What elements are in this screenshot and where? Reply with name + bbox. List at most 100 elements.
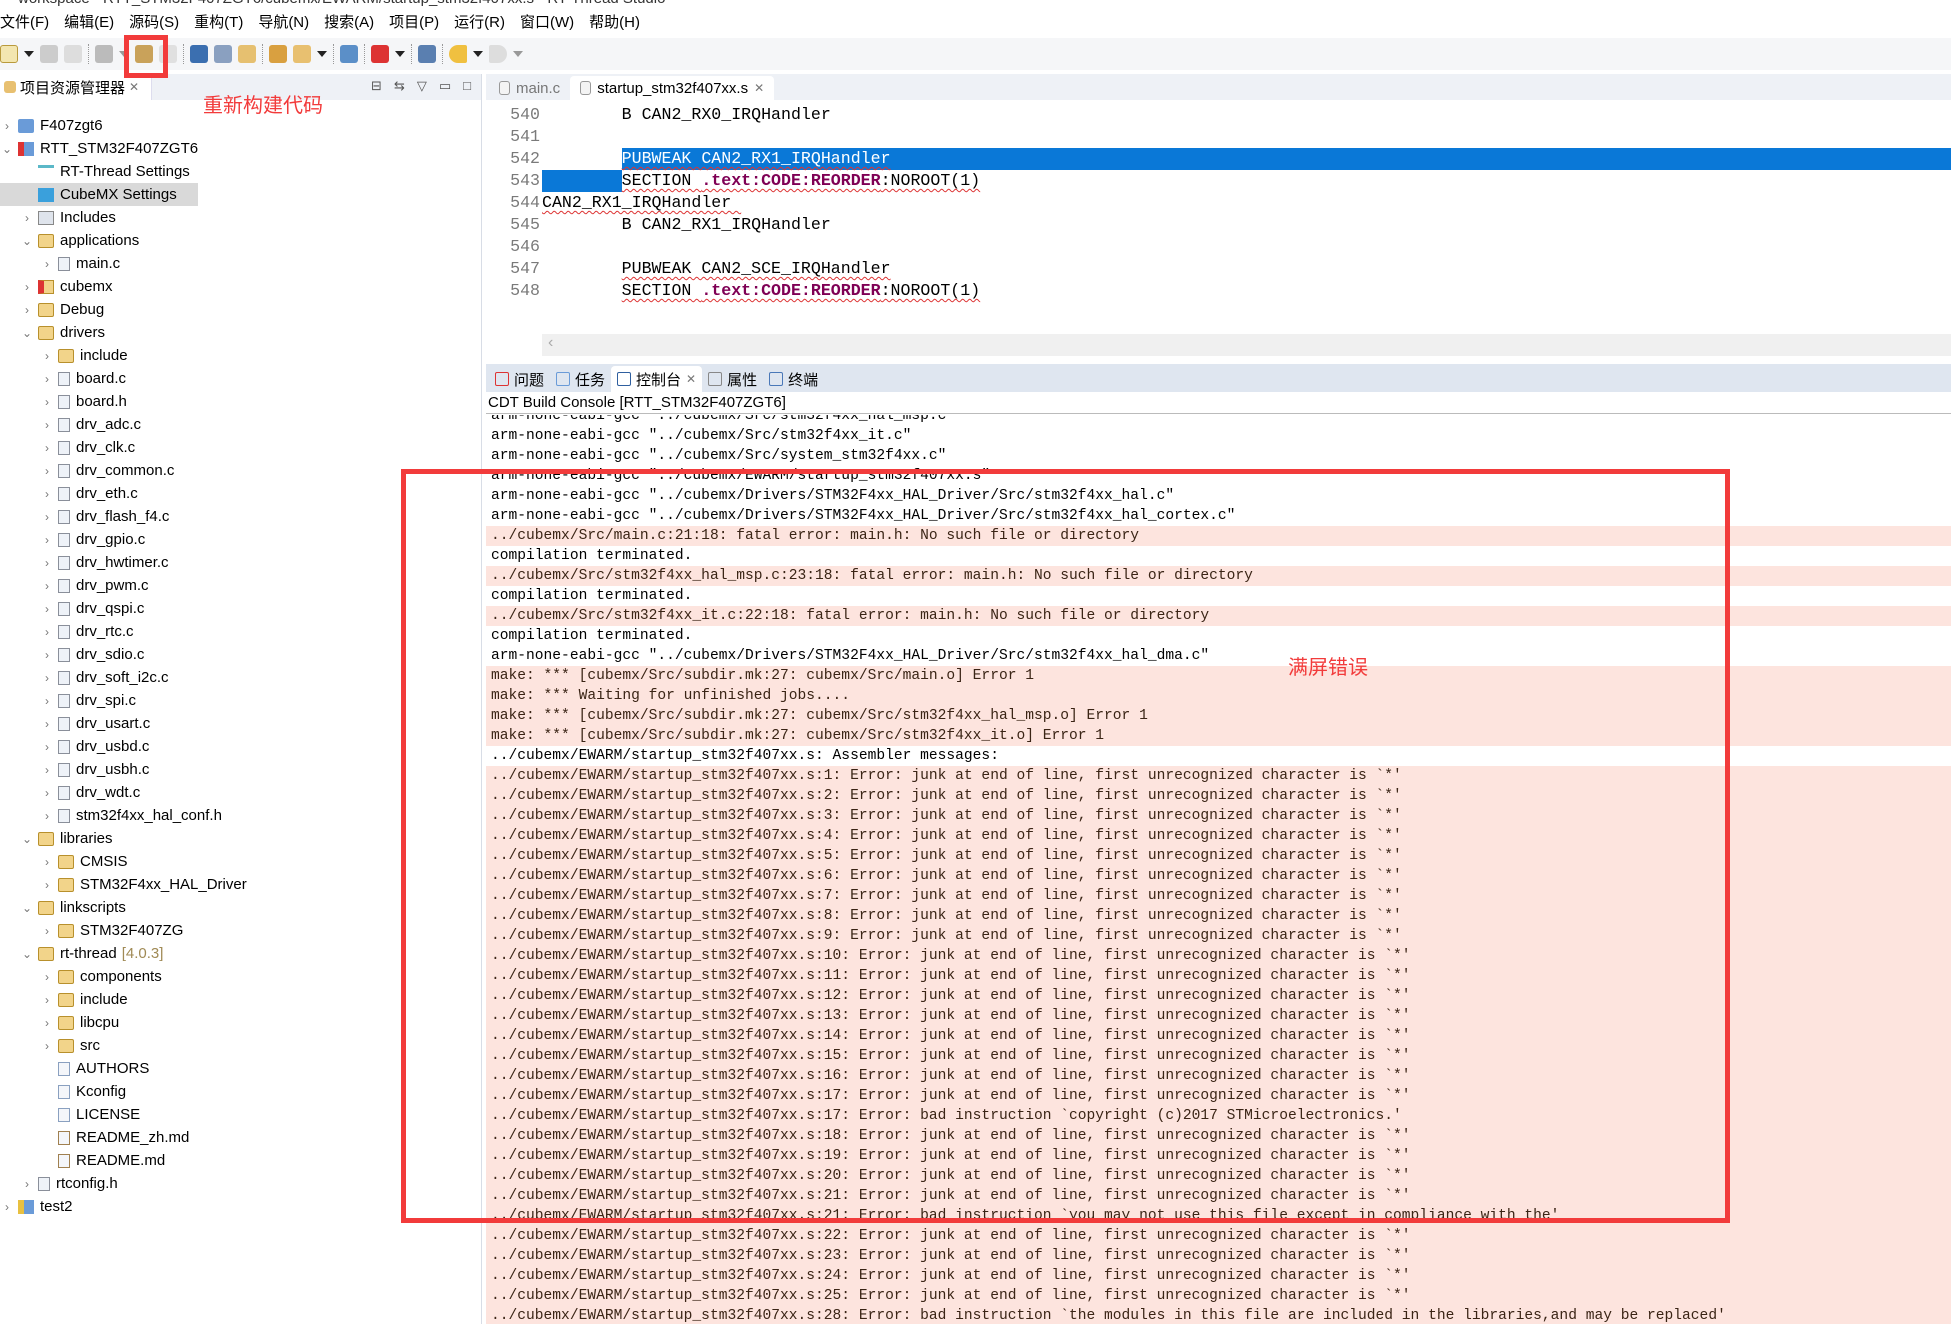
chevron-right-icon[interactable]: › (40, 1016, 54, 1030)
chevron-right-icon[interactable]: › (40, 786, 54, 800)
tab-console[interactable]: 控制台 ✕ (611, 366, 703, 392)
tree-item[interactable]: › include (0, 344, 481, 367)
menu-run[interactable]: 运行(R) (454, 11, 512, 35)
maximize-icon[interactable]: □ (463, 78, 471, 94)
chevron-right-icon[interactable]: › (40, 257, 54, 271)
package-icon[interactable] (340, 45, 358, 63)
menu-help[interactable]: 帮助(H) (589, 11, 647, 35)
tab-problems[interactable]: 问题 (489, 366, 550, 392)
chevron-right-icon[interactable]: › (40, 993, 54, 1007)
chevron-down-icon[interactable]: ⌄ (20, 832, 34, 846)
forward-dropdown[interactable] (513, 51, 523, 57)
chevron-right-icon[interactable]: › (40, 878, 54, 892)
chevron-right-icon[interactable]: › (20, 303, 34, 317)
save-all-icon[interactable] (64, 45, 82, 63)
new-icon[interactable] (0, 45, 18, 63)
chevron-right-icon[interactable]: › (40, 556, 54, 570)
menu-refactor[interactable]: 重构(T) (194, 11, 250, 35)
back-dropdown[interactable] (473, 51, 483, 57)
chevron-down-icon[interactable]: ⌄ (20, 901, 34, 915)
minimize-icon[interactable]: ▭ (439, 78, 451, 94)
chevron-right-icon[interactable]: › (40, 970, 54, 984)
chevron-right-icon[interactable]: › (40, 809, 54, 823)
chevron-right-icon[interactable]: › (20, 211, 34, 225)
chevron-right-icon[interactable]: › (40, 855, 54, 869)
tree-item[interactable]: › drv_adc.c (0, 413, 481, 436)
editor-tab[interactable]: startup_stm32f407xx.s ✕ (570, 76, 775, 100)
chevron-right-icon[interactable]: › (40, 694, 54, 708)
debug-icon[interactable] (238, 45, 256, 63)
chevron-right-icon[interactable]: › (40, 510, 54, 524)
chevron-right-icon[interactable]: › (0, 119, 14, 133)
close-icon[interactable]: ✕ (686, 372, 696, 386)
chevron-right-icon[interactable]: › (20, 280, 34, 294)
chevron-right-icon[interactable]: › (40, 533, 54, 547)
tree-item[interactable]: CubeMX Settings (0, 183, 198, 206)
chevron-right-icon[interactable]: › (40, 579, 54, 593)
build-icon[interactable] (95, 45, 113, 63)
tab-terminal[interactable]: 终端 (763, 366, 824, 392)
settings-icon[interactable] (214, 45, 232, 63)
tab-properties[interactable]: 属性 (702, 366, 763, 392)
view-menu-icon[interactable]: ▽ (417, 78, 427, 94)
chevron-right-icon[interactable]: › (40, 395, 54, 409)
collapse-all-icon[interactable]: ⊟ (371, 78, 382, 94)
link-editor-icon[interactable]: ⇆ (394, 78, 405, 94)
save-icon[interactable] (40, 45, 58, 63)
chevron-right-icon[interactable]: › (0, 1200, 14, 1214)
tree-item[interactable]: ⌄ RTT_STM32F407ZGT6 (0, 137, 481, 160)
tree-item[interactable]: › Debug (0, 298, 481, 321)
chevron-down-icon[interactable]: ⌄ (20, 234, 34, 248)
horizontal-scrollbar[interactable]: ‹ (542, 334, 1951, 356)
tree-item[interactable]: RT-Thread Settings (0, 160, 481, 183)
chevron-right-icon[interactable]: › (40, 372, 54, 386)
chevron-down-icon[interactable]: ⌄ (0, 142, 14, 156)
menu-file[interactable]: 文件(F) (0, 11, 56, 35)
chevron-down-icon[interactable]: ⌄ (20, 326, 34, 340)
menu-source[interactable]: 源码(S) (129, 11, 186, 35)
tree-item[interactable]: ⌄ applications (0, 229, 481, 252)
open-project-icon[interactable] (269, 45, 287, 63)
close-icon[interactable]: ✕ (754, 81, 764, 95)
sdk-dropdown[interactable] (317, 51, 327, 57)
chevron-down-icon[interactable]: ⌄ (20, 947, 34, 961)
tree-item[interactable]: › drv_clk.c (0, 436, 481, 459)
chevron-right-icon[interactable]: › (40, 717, 54, 731)
menu-navigate[interactable]: 导航(N) (258, 11, 316, 35)
tree-item[interactable]: › board.h (0, 390, 481, 413)
chevron-right-icon[interactable]: › (40, 740, 54, 754)
tab-tasks[interactable]: 任务 (550, 366, 611, 392)
sdk-manager-icon[interactable] (293, 45, 311, 63)
menu-edit[interactable]: 编辑(E) (64, 11, 121, 35)
tree-item[interactable]: › board.c (0, 367, 481, 390)
menu-project[interactable]: 项目(P) (389, 11, 446, 35)
download-dropdown[interactable] (395, 51, 405, 57)
chevron-right-icon[interactable]: › (40, 625, 54, 639)
chevron-right-icon[interactable]: › (40, 418, 54, 432)
back-icon[interactable] (449, 45, 467, 63)
tree-item[interactable]: › main.c (0, 252, 481, 275)
chevron-right-icon[interactable]: › (40, 602, 54, 616)
console-icon[interactable] (190, 45, 208, 63)
chevron-right-icon[interactable]: › (40, 648, 54, 662)
menu-window[interactable]: 窗口(W) (520, 11, 581, 35)
menu-search[interactable]: 搜索(A) (324, 11, 381, 35)
chevron-right-icon[interactable]: › (40, 671, 54, 685)
download-icon[interactable] (371, 45, 389, 63)
forward-icon[interactable] (489, 45, 507, 63)
close-icon[interactable]: ✕ (129, 80, 139, 94)
chevron-right-icon[interactable]: › (40, 464, 54, 478)
chevron-right-icon[interactable]: › (40, 441, 54, 455)
chevron-right-icon[interactable]: › (40, 924, 54, 938)
terminal-toolbar-icon[interactable] (418, 45, 436, 63)
editor-tab[interactable]: main.c (489, 76, 570, 100)
tree-item[interactable]: › Includes (0, 206, 481, 229)
code-area[interactable]: 540 B CAN2_RX0_IRQHandler 541 542 PUBWEAK … (486, 104, 1951, 304)
tree-item[interactable]: ⌄ drivers (0, 321, 481, 344)
chevron-right-icon[interactable]: › (40, 487, 54, 501)
chevron-right-icon[interactable]: › (20, 1177, 34, 1191)
chevron-right-icon[interactable]: › (40, 1039, 54, 1053)
chevron-right-icon[interactable]: › (40, 763, 54, 777)
new-dropdown[interactable] (24, 51, 34, 57)
chevron-right-icon[interactable]: › (40, 349, 54, 363)
